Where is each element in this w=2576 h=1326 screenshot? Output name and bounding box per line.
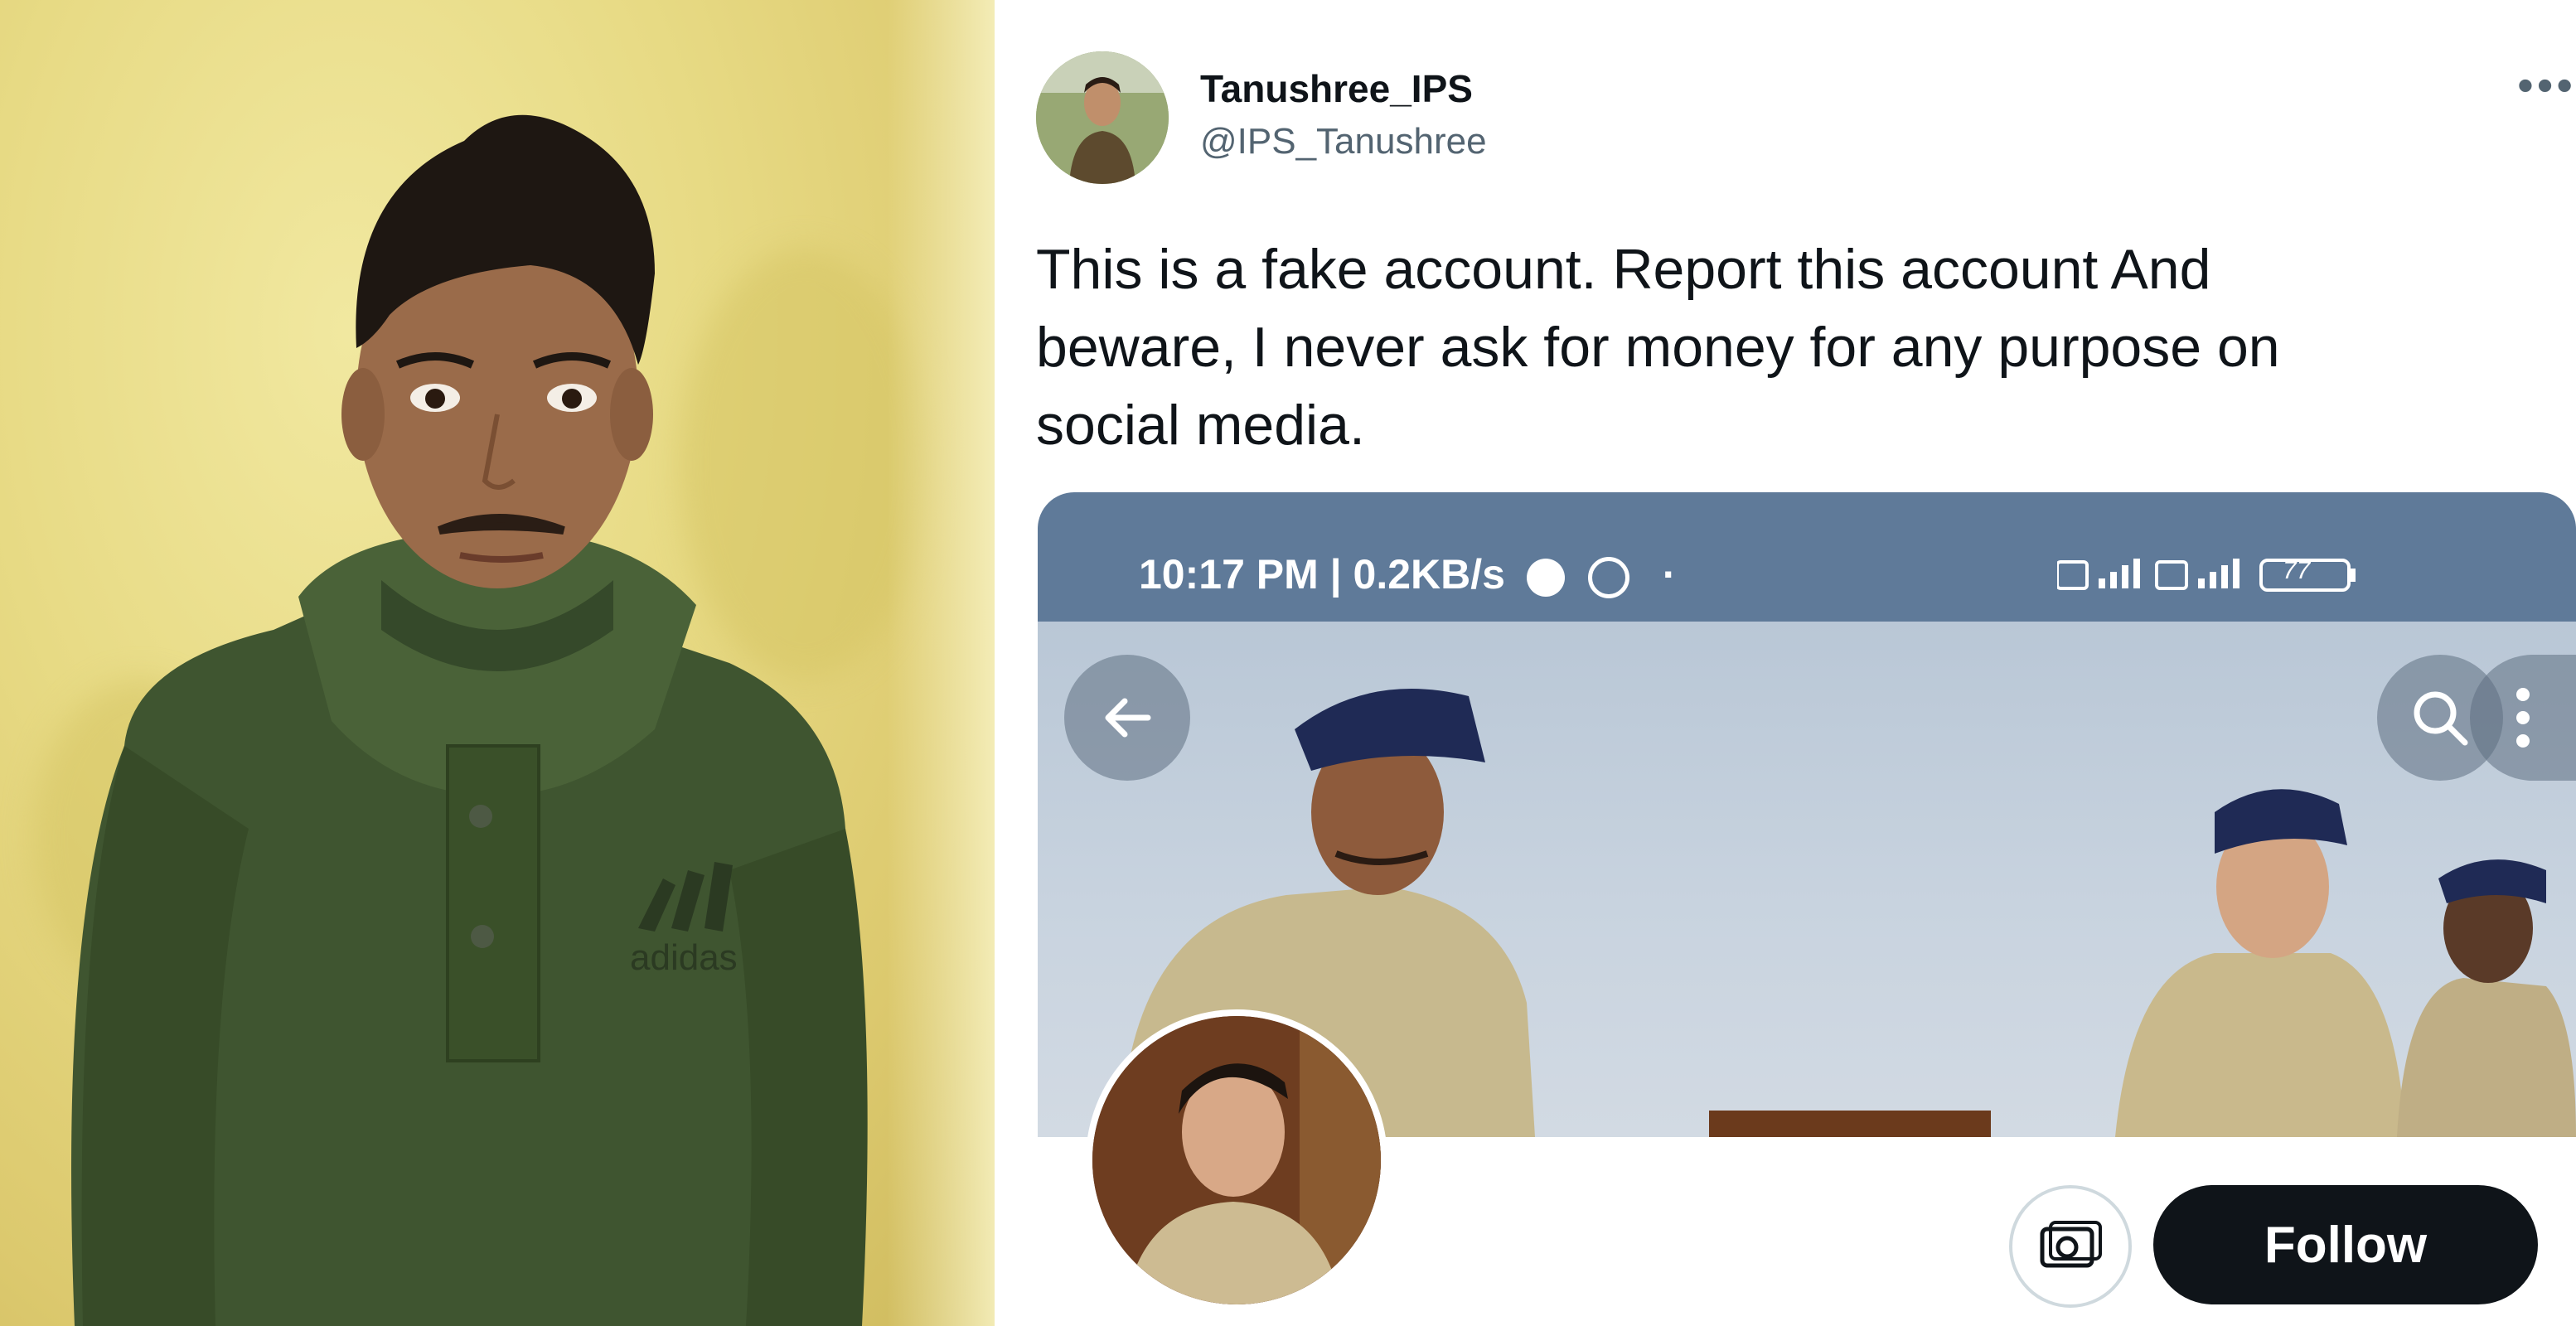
battery-level: 77 xyxy=(2283,557,2311,584)
suspect-photo: adidas xyxy=(0,0,995,1326)
embedded-screenshot[interactable]: 10:17 PM | 0.2KB/s · 77 Follow xyxy=(1038,492,2576,1326)
tweet-text: This is a fake account. Report this acco… xyxy=(1036,230,2528,464)
more-horizontal-icon[interactable]: ••• xyxy=(2517,58,2576,112)
tweet-text-line: This is a fake account. Report this acco… xyxy=(1036,238,2211,301)
dot-icon: · xyxy=(1662,551,1677,598)
shirt-logo-text: adidas xyxy=(630,937,738,978)
tweet-text-line: beware, I never ask for money for any pu… xyxy=(1036,316,2280,379)
author-handle[interactable]: @IPS_Tanushree xyxy=(1200,121,1487,162)
follow-button[interactable]: Follow xyxy=(2153,1185,2538,1304)
author-name[interactable]: Tanushree_IPS xyxy=(1200,66,1473,111)
panel-divider xyxy=(995,0,1006,1326)
tweet-text-line: social media. xyxy=(1036,394,1365,457)
camera-icon[interactable] xyxy=(2009,1185,2132,1308)
back-arrow-icon[interactable] xyxy=(1064,655,1190,781)
whatsapp-icon xyxy=(1587,556,1629,598)
profile-image xyxy=(1092,1016,1381,1304)
author-avatar[interactable] xyxy=(1036,51,1169,184)
status-time: 10:17 PM | 0.2KB/s xyxy=(1139,551,1505,598)
tweet-card: Tanushree_IPS @IPS_Tanushree ••• This is… xyxy=(1006,0,2576,1326)
profile-photo[interactable] xyxy=(1086,1009,1387,1311)
whatsapp-icon xyxy=(1526,558,1565,597)
avatar-image xyxy=(1036,51,1169,184)
person-figure: adidas xyxy=(71,114,868,1326)
status-bar: 10:17 PM | 0.2KB/s · 77 xyxy=(1038,492,2576,622)
signal-icon xyxy=(2055,559,2356,592)
status-icons: 77 xyxy=(2055,547,2488,597)
